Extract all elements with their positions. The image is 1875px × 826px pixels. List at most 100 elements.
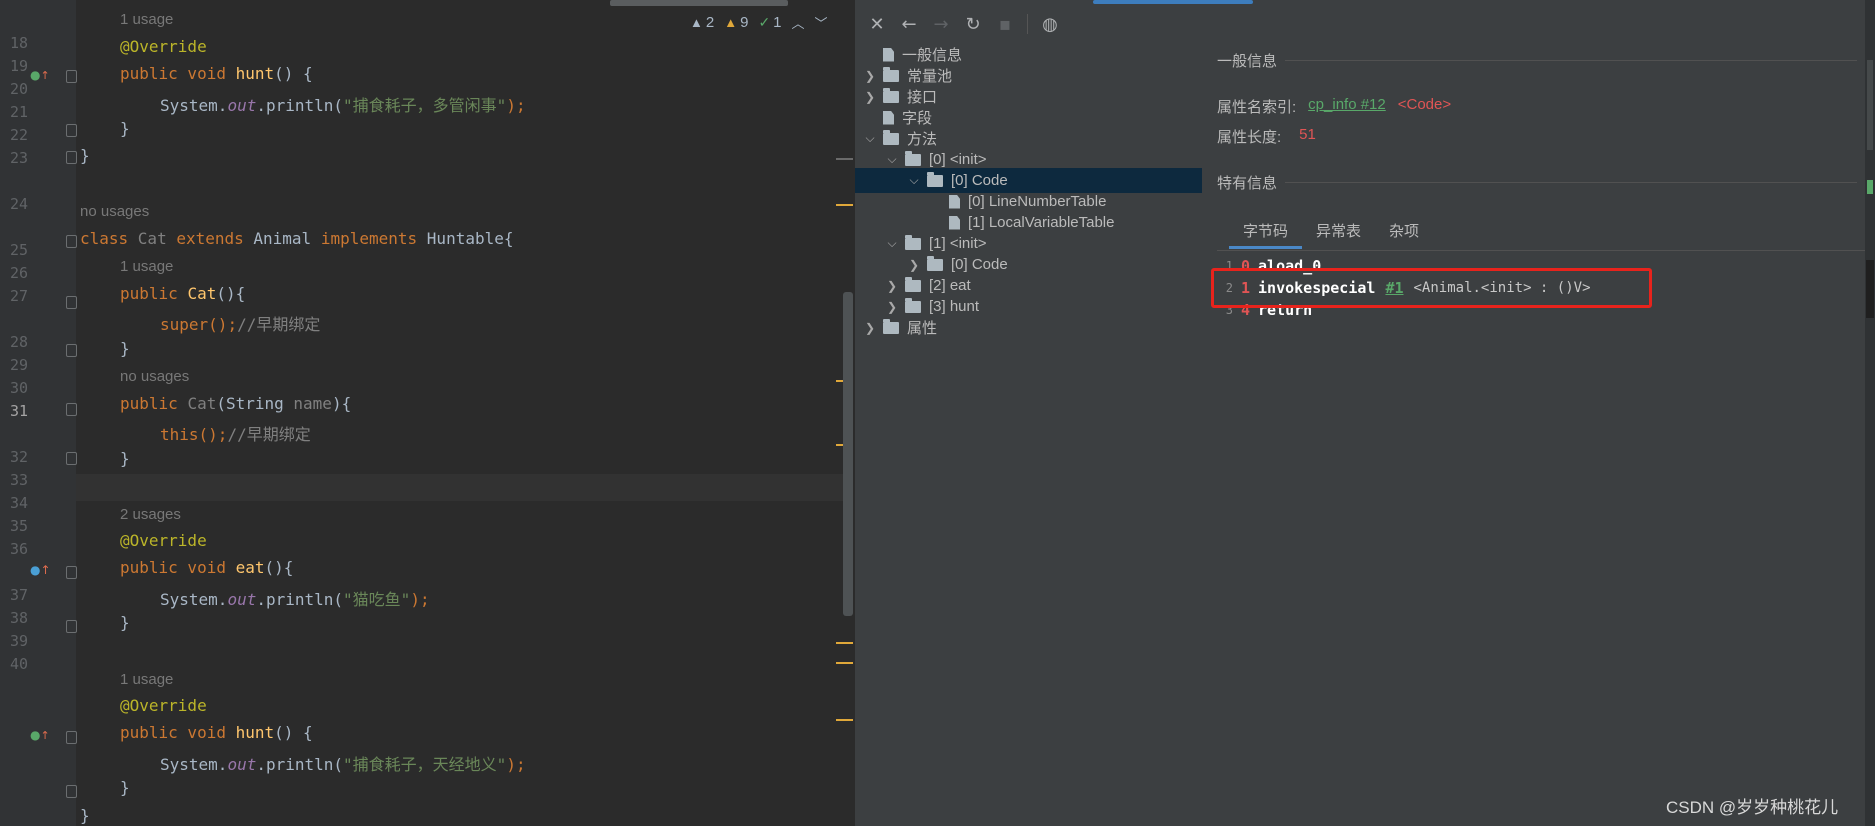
annotation: @Override <box>120 531 207 550</box>
bytecode-listing[interactable]: 1 0 aload_0 2 1 invokespecial #1 <Animal… <box>1217 250 1865 826</box>
code-line[interactable]: class Cat extends Animal implements Hunt… <box>80 229 514 248</box>
fold-toggle-icon[interactable] <box>66 70 77 83</box>
cp-info-link[interactable]: cp_info #12 <box>1308 96 1386 117</box>
code-line[interactable]: public Cat(){ <box>120 284 245 303</box>
chevron-down-icon[interactable]: ﹀ <box>815 13 828 32</box>
code-editor[interactable]: 18 19 20 21 22 23 24 25 26 27 28 29 30 3… <box>0 0 855 826</box>
bytecode-line[interactable]: 1 0 aload_0 <box>1217 255 1331 277</box>
code-line[interactable]: } <box>80 806 90 825</box>
code-line[interactable]: super();//早期绑定 <box>160 311 320 335</box>
keyword: public void <box>120 558 236 577</box>
bytecode-line[interactable]: 2 1 invokespecial #1 <Animal.<init> : ()… <box>1217 277 1591 299</box>
fold-toggle-icon[interactable] <box>66 403 77 416</box>
fold-toggle-icon[interactable] <box>66 785 77 798</box>
refresh-icon[interactable]: ↻ <box>959 10 987 38</box>
weak-warnings-indicator[interactable]: ▲ 9 <box>724 14 748 31</box>
tool-strip-button[interactable] <box>1867 60 1873 150</box>
tree-item-attributes[interactable]: ❯ 属性 <box>863 315 937 340</box>
code-line[interactable]: System.out.println("捕食耗子，多管闲事"); <box>160 92 526 116</box>
usage-hint[interactable]: 1 usage <box>120 258 173 275</box>
stripe-mark[interactable] <box>836 158 853 160</box>
tab-exception-table[interactable]: 异常表 <box>1302 216 1375 249</box>
code-line[interactable]: System.out.println("猫吃鱼"); <box>160 586 430 610</box>
line-number: 32 <box>9 448 28 466</box>
code-text: } <box>120 613 130 632</box>
code-line[interactable]: public void eat(){ <box>120 558 293 577</box>
fold-toggle-icon[interactable] <box>66 151 77 164</box>
save-icon[interactable]: ▪ <box>991 10 1019 38</box>
fold-toggle-icon[interactable] <box>66 296 77 309</box>
chevron-right-icon[interactable]: ❯ <box>863 90 877 104</box>
code-line[interactable]: @Override <box>120 531 207 550</box>
stripe-mark[interactable] <box>836 204 853 206</box>
code-line[interactable]: } <box>120 778 130 797</box>
fold-toggle-icon[interactable] <box>66 452 77 465</box>
usage-hint[interactable]: no usages <box>120 368 189 385</box>
code-line[interactable]: } <box>120 339 130 358</box>
code-line[interactable]: } <box>120 449 130 468</box>
code-text: } <box>120 119 130 138</box>
chevron-up-icon[interactable]: ︿ <box>792 13 805 32</box>
code-line[interactable]: public void hunt() { <box>120 64 313 83</box>
forward-arrow-icon[interactable]: → <box>927 10 955 38</box>
keyword: extends <box>176 229 254 248</box>
class-structure-tree[interactable]: 一般信息 ❯ 常量池 ❯ 接口 字段 ⌵ 方法 ⌵ [0] <init> ⌵ [0] Co… <box>855 42 1202 826</box>
constant-pool-ref-link[interactable]: #1 <box>1385 279 1403 297</box>
globe-icon[interactable]: ◍ <box>1036 10 1064 38</box>
code-line[interactable]: System.out.println("捕食耗子，天经地义"); <box>160 751 526 775</box>
usage-hint[interactable]: no usages <box>80 203 149 220</box>
code-line[interactable]: public Cat(String name){ <box>120 394 351 413</box>
chevron-down-icon[interactable]: ⌵ <box>907 173 921 188</box>
comment: //早期绑定 <box>237 315 321 334</box>
right-tool-strip[interactable] <box>1865 0 1875 826</box>
chevron-right-icon[interactable]: ❯ <box>863 321 877 335</box>
code-line[interactable]: @Override <box>120 696 207 715</box>
file-icon <box>949 194 960 209</box>
method-name: hunt <box>235 64 275 83</box>
keyword: public <box>120 284 188 303</box>
override-method-icon[interactable]: ●↑ <box>30 66 50 84</box>
chevron-down-icon[interactable]: ⌵ <box>885 236 899 251</box>
fold-toggle-icon[interactable] <box>66 566 77 579</box>
override-method-icon[interactable]: ●↑ <box>30 726 50 744</box>
fold-toggle-icon[interactable] <box>66 620 77 633</box>
stripe-mark[interactable] <box>836 642 853 644</box>
usage-hint[interactable]: 1 usage <box>120 671 173 688</box>
fold-toggle-icon[interactable] <box>66 124 77 137</box>
chevron-down-icon[interactable]: ⌵ <box>863 131 877 146</box>
code-line[interactable]: this();//早期绑定 <box>160 421 311 445</box>
chevron-right-icon[interactable]: ❯ <box>907 258 921 272</box>
bytecode-line[interactable]: 3 4 return <box>1217 299 1322 321</box>
tab-misc[interactable]: 杂项 <box>1375 216 1433 249</box>
line-number: 29 <box>9 356 28 374</box>
warnings-indicator[interactable]: ▲ 2 <box>690 14 714 31</box>
implemented-method-icon[interactable]: ●↑ <box>30 561 51 579</box>
vertical-scroll-thumb[interactable] <box>843 292 853 616</box>
tool-strip-button[interactable] <box>1866 260 1874 318</box>
back-arrow-icon[interactable]: ← <box>895 10 923 38</box>
inspection-widget[interactable]: ▲ 2 ▲ 9 ✓ 1 ︿ ﹀ <box>690 12 828 32</box>
tab-bytecode[interactable]: 字节码 <box>1229 216 1303 249</box>
code-line[interactable]: } <box>120 613 130 632</box>
fold-toggle-icon[interactable] <box>66 731 77 744</box>
chevron-right-icon[interactable]: ❯ <box>885 279 899 293</box>
stripe-mark[interactable] <box>836 719 853 721</box>
chevron-right-icon[interactable]: ❯ <box>885 300 899 314</box>
method-name: eat <box>235 558 265 577</box>
chevron-down-icon[interactable]: ⌵ <box>885 152 899 167</box>
bytecode-line-number: 2 <box>1225 281 1233 295</box>
ok-indicator[interactable]: ✓ 1 <box>758 14 781 31</box>
chevron-right-icon[interactable]: ❯ <box>863 69 877 83</box>
file-icon <box>883 47 894 62</box>
usage-hint[interactable]: 2 usages <box>120 506 181 523</box>
code-line[interactable]: @Override <box>120 37 207 56</box>
fold-toggle-icon[interactable] <box>66 235 77 248</box>
code-line[interactable]: } <box>120 119 130 138</box>
close-icon[interactable]: ✕ <box>863 10 891 38</box>
code-line[interactable]: } <box>80 146 90 165</box>
horizontal-scroll-thumb[interactable] <box>610 0 788 6</box>
stripe-mark[interactable] <box>836 662 853 664</box>
code-line[interactable]: public void hunt() { <box>120 723 313 742</box>
fold-toggle-icon[interactable] <box>66 344 77 357</box>
usage-hint[interactable]: 1 usage <box>120 11 173 28</box>
